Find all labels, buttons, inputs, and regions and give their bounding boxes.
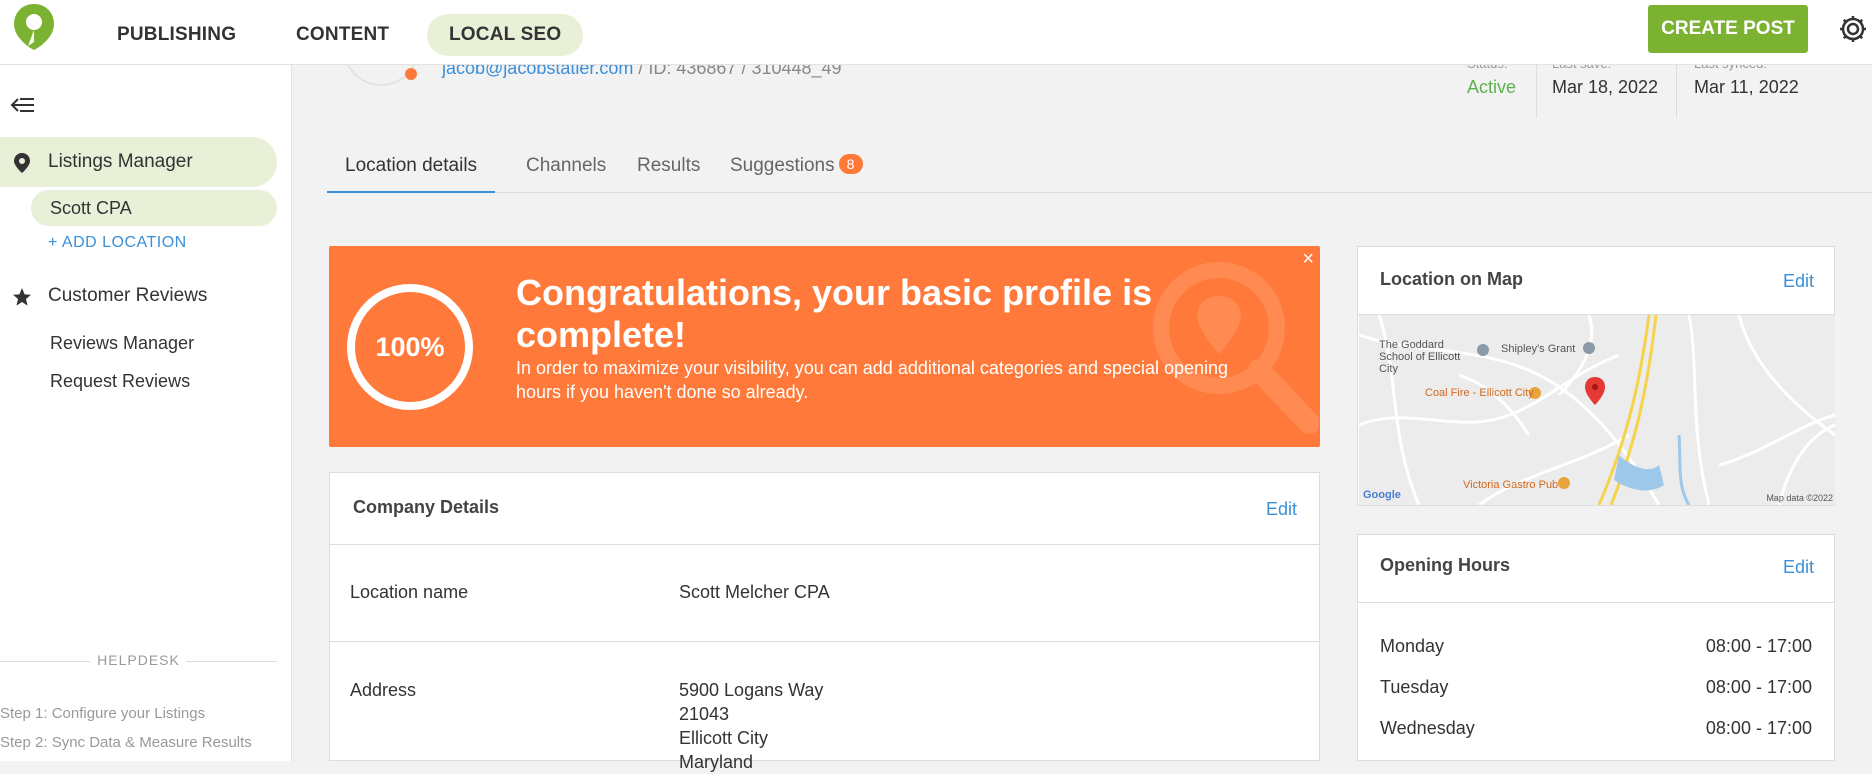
day-label: Tuesday xyxy=(1380,677,1449,697)
hours-row: Monday 08:00 - 17:00 xyxy=(1380,636,1812,657)
nav-publishing[interactable]: PUBLISHING xyxy=(95,14,258,56)
status-value: Active xyxy=(1467,77,1517,97)
map-label-shipley: Shipley's Grant xyxy=(1501,343,1576,355)
suggestions-count-badge: 8 xyxy=(838,154,863,174)
location-name-value: Scott Melcher CPA xyxy=(679,582,830,602)
map-pin-icon xyxy=(14,153,30,173)
tab-channels[interactable]: Channels xyxy=(508,143,624,193)
map-label-school: The Goddard School of Ellicott City xyxy=(1379,339,1461,375)
hours-value: 08:00 - 17:00 xyxy=(1705,718,1812,738)
app-logo-icon[interactable] xyxy=(12,2,56,52)
banner-title: Congratulations, your basic profile is c… xyxy=(516,272,1153,355)
banner-description: In order to maximize your visibility, yo… xyxy=(516,358,1229,402)
add-location-link[interactable]: + ADD LOCATION xyxy=(48,234,187,252)
location-map[interactable]: The Goddard School of Ellicott City Ship… xyxy=(1359,315,1835,505)
gear-icon[interactable] xyxy=(1838,14,1868,44)
edit-map-button[interactable]: Edit xyxy=(1783,271,1814,292)
close-icon[interactable]: × xyxy=(1302,248,1314,271)
address-label: Address xyxy=(350,680,417,700)
divider xyxy=(330,641,1319,642)
address-line: Maryland xyxy=(679,752,754,772)
stat-divider xyxy=(1536,62,1537,118)
google-logo: Google xyxy=(1363,489,1401,501)
location-name-label: Location name xyxy=(350,582,469,602)
completion-percent: 100% xyxy=(375,332,445,362)
divider xyxy=(330,544,1319,545)
helpdesk-divider: HELPDESK xyxy=(0,652,277,672)
tab-location-details[interactable]: Location details xyxy=(327,143,496,193)
map-attribution: Map data ©2022 xyxy=(1766,493,1833,503)
map-label-coal-fire: Coal Fire - Ellicott City xyxy=(1425,387,1534,399)
opening-hours-card: Opening Hours Edit Monday 08:00 - 17:00 … xyxy=(1357,534,1835,761)
helpdesk-label: HELPDESK xyxy=(97,652,180,668)
card-title: Company Details xyxy=(353,497,500,517)
star-icon xyxy=(13,288,31,306)
sidebar-item-scott-cpa[interactable]: Scott CPA xyxy=(31,190,277,226)
sidebar-item-label: Listings Manager xyxy=(48,151,193,172)
last-synced-value: Mar 11, 2022 xyxy=(1694,77,1799,97)
helpdesk-step-2[interactable]: Step 2: Sync Data & Measure Results xyxy=(0,734,252,751)
create-post-button[interactable]: CREATE POST xyxy=(1648,5,1808,53)
day-label: Wednesday xyxy=(1380,718,1475,738)
nav-local-seo[interactable]: LOCAL SEO xyxy=(427,14,584,56)
address-line: 21043 xyxy=(679,704,730,724)
map-label-victoria: Victoria Gastro Pub xyxy=(1463,479,1559,491)
location-map-card: Location on Map Edit The Goddard School … xyxy=(1357,246,1835,506)
collapse-sidebar-icon[interactable] xyxy=(10,95,36,115)
edit-hours-button[interactable]: Edit xyxy=(1783,557,1814,578)
status-dot xyxy=(405,68,417,80)
tab-suggestions[interactable]: Suggestions 8 xyxy=(712,143,881,193)
hours-value: 08:00 - 17:00 xyxy=(1705,636,1812,656)
edit-company-button[interactable]: Edit xyxy=(1266,499,1297,520)
hours-row: Tuesday 08:00 - 17:00 xyxy=(1380,677,1812,698)
sidebar-item-listings-manager[interactable]: Listings Manager xyxy=(0,137,277,187)
sidebar-item-label: Customer Reviews xyxy=(48,285,208,306)
last-save-value: Mar 18, 2022 xyxy=(1552,77,1659,97)
top-navigation: PUBLISHING CONTENT LOCAL SEO CREATE POST xyxy=(0,0,1872,65)
nav-content[interactable]: CONTENT xyxy=(274,14,411,56)
sidebar: Listings Manager Scott CPA + ADD LOCATIO… xyxy=(0,65,292,761)
sidebar-item-request-reviews[interactable]: Request Reviews xyxy=(31,363,277,399)
hours-row: Wednesday 08:00 - 17:00 xyxy=(1380,718,1812,739)
stat-divider xyxy=(1676,62,1677,118)
sidebar-item-reviews-manager[interactable]: Reviews Manager xyxy=(31,325,277,361)
address-line: Ellicott City xyxy=(679,728,769,748)
helpdesk-step-1[interactable]: Step 1: Configure your Listings xyxy=(0,705,205,722)
tab-label: Suggestions xyxy=(730,155,835,176)
card-title: Location on Map xyxy=(1380,269,1523,289)
location-tabs: Location details Channels Results Sugges… xyxy=(327,143,1872,193)
card-title: Opening Hours xyxy=(1380,555,1510,575)
company-details-card: Company Details Edit Location name Scott… xyxy=(329,472,1320,772)
address-value: 5900 Logans Way 21043 Ellicott City Mary… xyxy=(679,678,823,774)
tab-results[interactable]: Results xyxy=(619,143,718,193)
hours-value: 08:00 - 17:00 xyxy=(1705,677,1812,697)
divider xyxy=(1358,602,1834,603)
sidebar-item-customer-reviews[interactable]: Customer Reviews xyxy=(0,271,277,321)
profile-complete-banner: 100% Congratulations, your basic profile… xyxy=(329,246,1320,447)
day-label: Monday xyxy=(1380,636,1445,656)
address-line: 5900 Logans Way xyxy=(679,680,824,700)
